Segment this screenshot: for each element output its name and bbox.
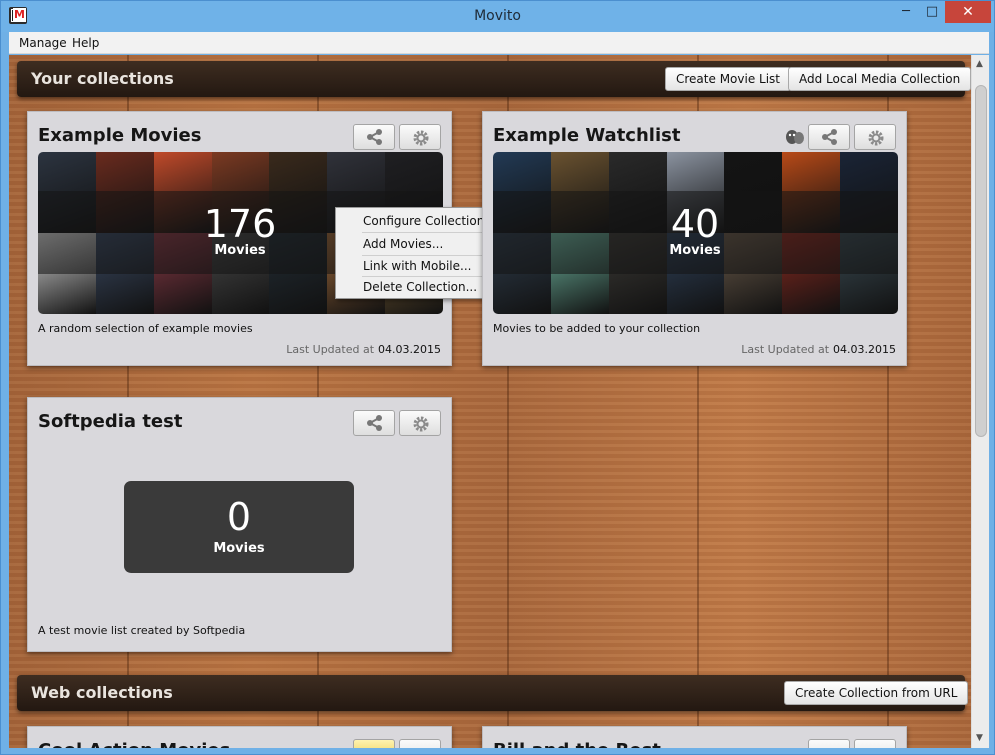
menu-bar: Manage Help	[9, 32, 989, 54]
create-collection-from-url-button[interactable]: Create Collection from URL	[784, 681, 969, 705]
share-button[interactable]	[353, 124, 395, 150]
movie-count-label: Movies	[213, 541, 265, 556]
menu-help[interactable]: Help	[72, 36, 99, 50]
collection-title: Example Watchlist	[493, 125, 681, 146]
collection-description: A random selection of example movies	[38, 322, 253, 335]
web-collection-card[interactable]: Cool Action Movies	[27, 726, 452, 748]
collection-card-example-movies[interactable]: Example Movies 176 Movies A random selec…	[27, 111, 498, 366]
menu-item-link-with-mobile[interactable]: Link with Mobile...	[336, 256, 497, 277]
menu-item-delete-collection[interactable]: Delete Collection...	[336, 277, 497, 298]
collection-context-menu: Configure Collection... Add Movies... Li…	[335, 207, 498, 299]
collection-title: Cool Action Movies	[38, 740, 230, 748]
gear-icon	[413, 416, 429, 432]
web-collections-title: Web collections	[31, 683, 173, 702]
theater-masks-icon	[786, 130, 804, 144]
settings-button[interactable]	[854, 124, 896, 150]
collection-card-example-watchlist[interactable]: Example Watchlist 40 Movies Movies to be…	[482, 111, 907, 366]
minimize-button[interactable]: ─	[894, 1, 918, 23]
movie-count-label: Movies	[669, 243, 721, 258]
your-collections-title: Your collections	[31, 69, 174, 88]
menu-separator	[362, 232, 495, 233]
close-button[interactable]: ✕	[945, 1, 991, 23]
last-updated-label: Last Updated at	[741, 343, 830, 356]
collections-panel: Your collections Create Movie List Add L…	[9, 55, 989, 748]
add-local-media-collection-button[interactable]: Add Local Media Collection	[788, 67, 972, 91]
share-button[interactable]	[353, 410, 395, 436]
settings-button[interactable]	[399, 739, 441, 748]
movie-count-label: Movies	[214, 243, 266, 258]
settings-button[interactable]	[854, 739, 896, 748]
collection-description: A test movie list created by Softpedia	[38, 624, 246, 637]
app-window: Movito ─ □ ✕ Manage Help Your collection…	[0, 0, 995, 755]
collection-title: Softpedia test	[38, 411, 183, 432]
last-updated: Last Updated at 04.03.2015	[286, 343, 441, 356]
collection-title: Bill and the Rest	[493, 740, 661, 748]
web-collection-card[interactable]: Bill and the Rest	[482, 726, 907, 748]
web-collections-header: Web collections Create Collection from U…	[17, 675, 969, 711]
menu-manage[interactable]: Manage	[19, 36, 67, 50]
your-collections-header: Your collections Create Movie List Add L…	[17, 61, 972, 97]
last-updated-date: 04.03.2015	[378, 343, 441, 356]
share-icon	[367, 415, 382, 431]
gear-icon	[868, 130, 884, 146]
window-title: Movito	[474, 8, 521, 24]
share-icon	[367, 129, 382, 145]
settings-button[interactable]	[399, 124, 441, 150]
collection-title: Example Movies	[38, 125, 202, 146]
empty-collection-box[interactable]: 0 Movies	[124, 481, 354, 573]
last-updated-label: Last Updated at	[286, 343, 375, 356]
title-bar[interactable]: Movito ─ □ ✕	[1, 1, 994, 32]
scroll-up-arrow-icon[interactable]: ▲	[976, 59, 983, 69]
collection-card-softpedia-test[interactable]: Softpedia test 0 Movies A test movie lis…	[27, 397, 452, 652]
last-updated: Last Updated at 04.03.2015	[741, 343, 896, 356]
vertical-scrollbar[interactable]: ▲ ▼	[971, 55, 989, 748]
scrollbar-thumb[interactable]	[975, 85, 987, 437]
movie-count: 40	[670, 202, 720, 246]
movie-count: 0	[226, 495, 252, 539]
create-movie-list-button[interactable]: Create Movie List	[665, 67, 791, 91]
menu-item-configure-collection[interactable]: Configure Collection...	[336, 211, 497, 232]
share-button[interactable]	[808, 739, 850, 748]
movie-count: 176	[203, 202, 277, 246]
star-button[interactable]	[353, 739, 395, 748]
collection-description: Movies to be added to your collection	[493, 322, 701, 335]
settings-button[interactable]	[399, 410, 441, 436]
menu-item-add-movies[interactable]: Add Movies...	[336, 234, 497, 255]
gear-icon	[413, 130, 429, 146]
share-icon	[822, 129, 837, 145]
maximize-button[interactable]: □	[920, 1, 944, 23]
last-updated-date: 04.03.2015	[833, 343, 896, 356]
scroll-down-arrow-icon[interactable]: ▼	[976, 733, 983, 743]
share-button[interactable]	[808, 124, 850, 150]
